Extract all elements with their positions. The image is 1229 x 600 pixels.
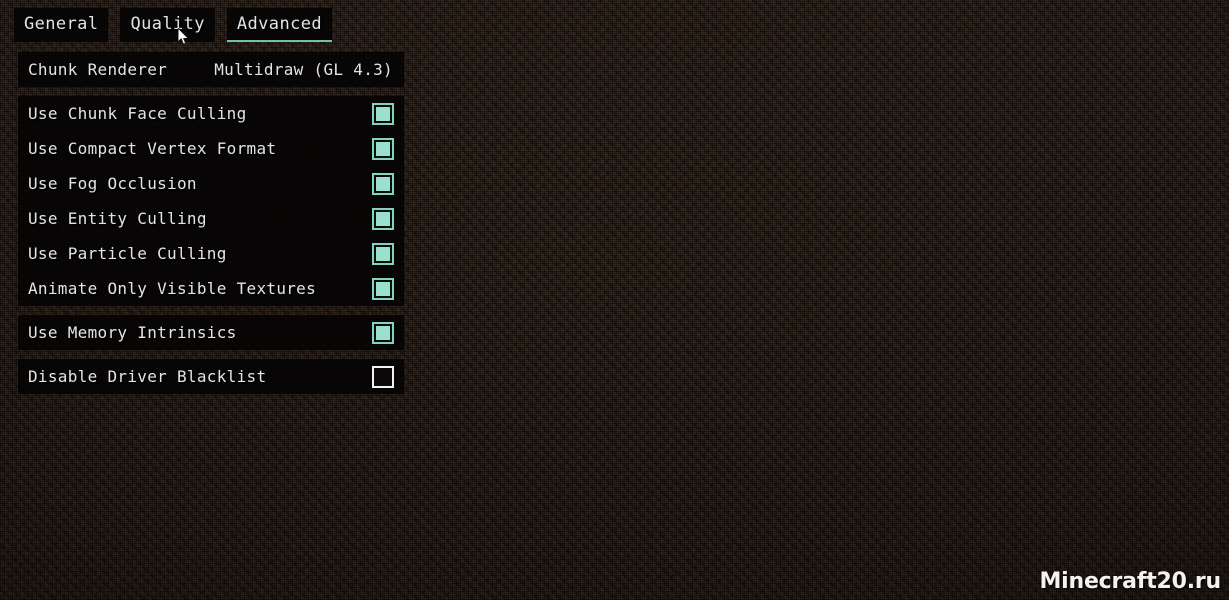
culling-group: Use Chunk Face Culling Use Compact Vertex… (18, 96, 404, 306)
checkbox-use-particle-culling[interactable] (372, 242, 394, 265)
option-row-use-entity-culling[interactable]: Use Entity Culling (18, 201, 404, 236)
memory-group: Use Memory Intrinsics (18, 315, 404, 350)
options-panel: Chunk Renderer Multidraw (GL 4.3) Use Chun… (18, 52, 404, 403)
checkbox-use-memory-intrinsics[interactable] (372, 321, 394, 344)
option-row-use-chunk-face-culling[interactable]: Use Chunk Face Culling (18, 96, 404, 131)
option-value-chunk-renderer[interactable]: Multidraw (GL 4.3) (214, 61, 394, 78)
option-label: Use Fog Occlusion (28, 173, 197, 193)
checkbox-use-chunk-face-culling[interactable] (372, 102, 394, 125)
checkbox-use-compact-vertex-format[interactable] (372, 137, 394, 160)
option-label: Use Compact Vertex Format (28, 138, 277, 158)
option-row-animate-only-visible-textures[interactable]: Animate Only Visible Textures (18, 271, 404, 306)
option-row-disable-driver-blacklist[interactable]: Disable Driver Blacklist (18, 359, 404, 394)
renderer-group: Chunk Renderer Multidraw (GL 4.3) (18, 52, 404, 87)
tab-general[interactable]: General (14, 8, 109, 42)
minecraft-options-screen: General Quality Advanced Chunk Renderer Mul… (0, 0, 1229, 600)
checkbox-use-fog-occlusion[interactable] (372, 172, 394, 195)
option-row-use-compact-vertex-format[interactable]: Use Compact Vertex Format (18, 131, 404, 166)
option-row-use-memory-intrinsics[interactable]: Use Memory Intrinsics (18, 315, 404, 350)
option-label: Animate Only Visible Textures (28, 278, 317, 298)
tab-quality[interactable]: Quality (120, 8, 215, 42)
checkbox-disable-driver-blacklist[interactable] (372, 365, 394, 388)
option-label: Use Entity Culling (28, 208, 207, 228)
option-label: Use Chunk Face Culling (28, 103, 247, 123)
option-label: Use Particle Culling (28, 243, 227, 263)
checkbox-animate-only-visible-textures[interactable] (372, 277, 394, 300)
tab-advanced[interactable]: Advanced (226, 8, 332, 42)
option-label: Chunk Renderer (28, 59, 168, 79)
tab-bar: General Quality Advanced (14, 8, 344, 42)
option-label: Disable Driver Blacklist (28, 366, 267, 386)
site-watermark: Minecraft20.ru (1039, 569, 1221, 594)
driver-group: Disable Driver Blacklist (18, 359, 404, 394)
option-row-use-particle-culling[interactable]: Use Particle Culling (18, 236, 404, 271)
option-row-chunk-renderer[interactable]: Chunk Renderer Multidraw (GL 4.3) (18, 52, 404, 87)
option-row-use-fog-occlusion[interactable]: Use Fog Occlusion (18, 166, 404, 201)
checkbox-use-entity-culling[interactable] (372, 207, 394, 230)
option-label: Use Memory Intrinsics (28, 322, 237, 342)
